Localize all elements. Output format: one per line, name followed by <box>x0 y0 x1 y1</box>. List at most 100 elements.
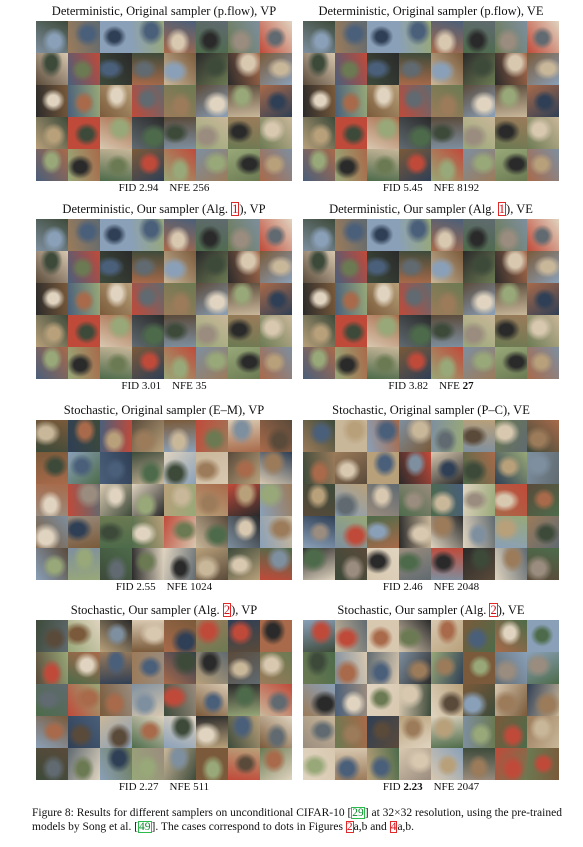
sample-image <box>100 117 132 149</box>
sample-image <box>36 21 68 53</box>
sample-image <box>196 484 228 516</box>
sample-image <box>100 652 132 684</box>
panel-stats: FID 5.45 NFE 8192 <box>303 182 559 195</box>
sample-image <box>196 53 228 85</box>
sample-image <box>431 684 463 716</box>
sample-image <box>164 620 196 652</box>
panel-stats: FID 2.94 NFE 256 <box>36 182 292 195</box>
nfe-value: 1024 <box>190 581 213 593</box>
sample-image <box>431 251 463 283</box>
sample-image <box>399 283 431 315</box>
panel-title: Stochastic, Original sampler (E–M), VP <box>36 403 292 418</box>
citation-link[interactable]: 49 <box>138 821 152 833</box>
sample-image <box>196 548 228 580</box>
sample-grid <box>36 21 292 181</box>
fid-label: FID <box>118 781 137 793</box>
sample-image <box>164 149 196 181</box>
sample-image <box>100 620 132 652</box>
fid-value: 5.45 <box>403 182 423 194</box>
sample-image <box>228 251 260 283</box>
nfe-value: 2048 <box>457 581 480 593</box>
sample-image <box>260 716 292 748</box>
sample-image <box>495 149 527 181</box>
alg-ref-link[interactable]: 2 <box>489 603 498 617</box>
sample-image <box>36 315 68 347</box>
sample-image <box>260 53 292 85</box>
sample-image <box>495 251 527 283</box>
sample-image <box>527 548 559 580</box>
sample-image <box>303 684 335 716</box>
sample-image <box>335 85 367 117</box>
caption-text: a,b. <box>397 821 415 833</box>
sample-image <box>495 347 527 379</box>
sample-image <box>100 219 132 251</box>
sample-image <box>260 347 292 379</box>
sample-image <box>164 716 196 748</box>
fid-label: FID <box>382 781 401 793</box>
sample-image <box>367 548 399 580</box>
sample-grid <box>36 420 292 580</box>
fid-label: FID <box>115 581 134 593</box>
sample-image <box>399 748 431 780</box>
caption-text: a,b and <box>353 821 390 833</box>
sample-image <box>399 652 431 684</box>
sample-image <box>367 283 399 315</box>
sample-image <box>431 347 463 379</box>
sample-image <box>463 716 495 748</box>
citation-link[interactable]: 29 <box>351 807 365 819</box>
sample-image <box>335 117 367 149</box>
sample-image <box>463 149 495 181</box>
sample-image <box>303 516 335 548</box>
sample-image <box>36 53 68 85</box>
sample-image <box>68 315 100 347</box>
sample-image <box>335 716 367 748</box>
panel-title-text: Stochastic, Our sampler (Alg. <box>337 603 490 617</box>
sample-image <box>68 484 100 516</box>
sample-image <box>68 620 100 652</box>
panel-title: Deterministic, Our sampler (Alg. 1), VP <box>36 202 292 217</box>
sample-image <box>164 21 196 53</box>
sample-image <box>196 21 228 53</box>
sample-image <box>132 420 164 452</box>
sample-image <box>335 315 367 347</box>
sample-image <box>431 315 463 347</box>
sample-image <box>260 283 292 315</box>
nfe-label: NFE <box>169 781 191 793</box>
sample-image <box>100 716 132 748</box>
sample-image <box>495 53 527 85</box>
sample-image <box>100 748 132 780</box>
sample-image <box>495 484 527 516</box>
sample-image <box>100 53 132 85</box>
sample-image <box>303 85 335 117</box>
sample-image <box>132 716 164 748</box>
sample-image <box>367 251 399 283</box>
sample-image <box>495 516 527 548</box>
sample-image <box>196 347 228 379</box>
fid-label: FID <box>382 182 401 194</box>
sample-image <box>260 484 292 516</box>
panel-det-orig-vp: Deterministic, Original sampler (p.flow)… <box>36 4 292 194</box>
sample-image <box>36 420 68 452</box>
sample-image <box>431 85 463 117</box>
sample-image <box>68 21 100 53</box>
alg-ref-link[interactable]: 1 <box>497 202 507 216</box>
sample-image <box>196 748 228 780</box>
sample-image <box>260 149 292 181</box>
sample-image <box>367 21 399 53</box>
sample-image <box>399 516 431 548</box>
figure-ref-link[interactable]: 2 <box>345 821 354 833</box>
sample-image <box>431 652 463 684</box>
panel-stats: FID 2.27 NFE 511 <box>36 781 292 794</box>
panel-sto-orig-vp: Stochastic, Original sampler (E–M), VP F… <box>36 403 292 593</box>
sample-image <box>260 684 292 716</box>
sample-image <box>164 548 196 580</box>
alg-ref-link[interactable]: 2 <box>222 603 232 617</box>
sample-image <box>303 716 335 748</box>
sample-image <box>399 484 431 516</box>
sample-image <box>164 347 196 379</box>
sample-grid <box>303 620 559 780</box>
sample-image <box>527 620 559 652</box>
sample-image <box>36 117 68 149</box>
sample-image <box>399 620 431 652</box>
sample-image <box>36 684 68 716</box>
